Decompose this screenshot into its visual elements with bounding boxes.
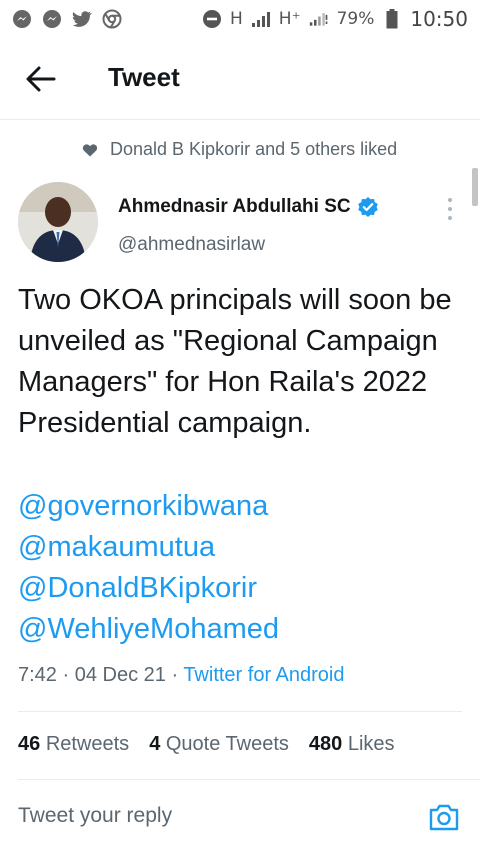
app-bar: Tweet (0, 38, 480, 120)
mention-link[interactable]: @WehliyeMohamed (18, 609, 468, 650)
messenger-icon (42, 9, 62, 29)
quotes-label: Quote Tweets (165, 733, 289, 755)
do-not-disturb-icon (202, 9, 222, 29)
likes-label: Likes (347, 733, 395, 755)
author-handle[interactable]: @ahmednasirlaw (118, 234, 265, 256)
quotes-stat[interactable]: 4 Quote Tweets (149, 733, 289, 756)
divider (18, 711, 462, 712)
retweets-label: Retweets (45, 733, 130, 755)
signal-icon (251, 9, 271, 29)
quotes-count: 4 (149, 733, 161, 755)
retweets-stat[interactable]: 46 Retweets (18, 733, 129, 756)
camera-icon[interactable] (428, 802, 460, 832)
divider (18, 779, 480, 780)
mention-link[interactable]: @DonaldBKipkorir (18, 568, 468, 609)
tweet-meta: 7:42 · 04 Dec 21 · Twitter for Android (18, 664, 345, 686)
likes-count: 480 (308, 733, 343, 755)
twitter-bird-icon (72, 9, 92, 29)
back-arrow-icon[interactable] (26, 66, 56, 92)
author-name-text: Ahmednasir Abdullahi SC (118, 196, 351, 217)
mention-link[interactable]: @makaumutua (18, 527, 468, 568)
heart-icon (82, 142, 98, 158)
tweet-mentions: @governorkibwana @makaumutua @DonaldBKip… (18, 486, 468, 650)
battery-percent: 79% (336, 9, 375, 29)
messenger-icon (12, 9, 32, 29)
mention-link[interactable]: @governorkibwana (18, 486, 468, 527)
social-context-text: Donald B Kipkorir and 5 others liked (110, 139, 398, 159)
page-title: Tweet (108, 62, 180, 92)
network-type: H⁺ (278, 9, 301, 29)
social-context[interactable]: Donald B Kipkorir and 5 others liked (82, 139, 397, 160)
avatar[interactable] (18, 182, 98, 262)
tweet-text: Two OKOA principals will soon be unveile… (18, 284, 452, 439)
status-bar: H H⁺ 79% 10:50 (0, 0, 480, 38)
tweet-source-link[interactable]: Twitter for Android (183, 664, 344, 686)
author-name[interactable]: Ahmednasir Abdullahi SC (118, 196, 379, 218)
tweet-time: 7:42 (18, 664, 57, 686)
tweet-stats: 46 Retweets 4 Quote Tweets 480 Likes (18, 733, 395, 756)
more-options-icon[interactable] (444, 196, 456, 222)
chrome-icon (102, 9, 122, 29)
likes-stat[interactable]: 480 Likes (309, 733, 395, 756)
scrollbar-thumb[interactable] (472, 168, 478, 206)
network-type: H (230, 9, 243, 29)
verified-badge-icon (357, 196, 379, 218)
reply-input[interactable]: Tweet your reply (18, 804, 172, 828)
clock: 10:50 (410, 7, 468, 31)
retweets-count: 46 (18, 733, 41, 755)
battery-icon (382, 9, 402, 29)
tweet-date: 04 Dec 21 (74, 664, 166, 686)
signal-icon (309, 9, 329, 29)
